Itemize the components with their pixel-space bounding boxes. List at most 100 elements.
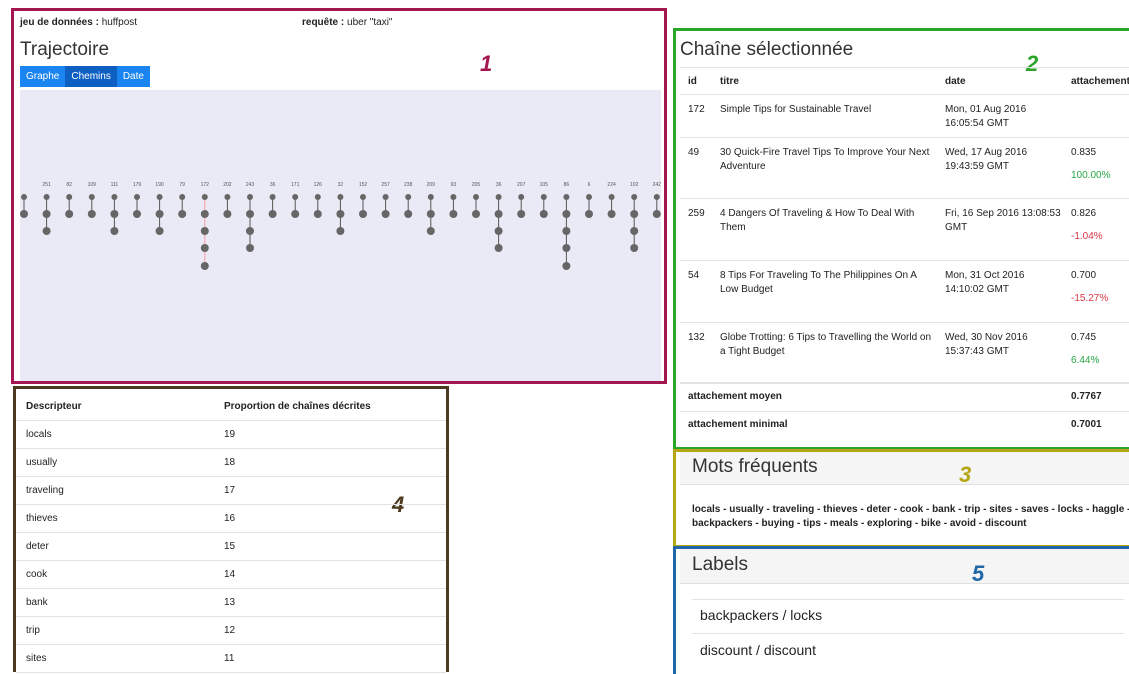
tab-date[interactable]: Date (116, 66, 150, 87)
chain-node (246, 210, 254, 218)
chain-row[interactable]: 132 Globe Trotting: 6 Tips to Travelling … (676, 323, 1129, 383)
chain-title-line1: Globe Trotting: 6 Tips to Travelling the… (720, 332, 932, 343)
trajectory-chain[interactable]: 205 (472, 182, 481, 218)
chain-row[interactable]: 54 8 Tips For Traveling To The Philippine… (676, 261, 1129, 323)
label-item[interactable]: discount / discount (700, 642, 816, 658)
chain-node (42, 210, 51, 218)
chain-node (224, 194, 231, 200)
trajectory-graph[interactable]: 251 82 109 111 179 190 79 172 202 243 36 171 126 32 15… (20, 90, 661, 381)
chain-top-label: 82 (66, 182, 72, 188)
chain-date-line2: 16:05:54 GMT (945, 118, 1009, 129)
trajectory-chain[interactable]: 109 (88, 182, 97, 218)
trajectory-chain[interactable]: 172 (201, 182, 210, 270)
chain-top-label: 36 (270, 182, 276, 188)
chain-attachement: 0.826 (1071, 208, 1097, 219)
chain-node (110, 210, 119, 218)
chain-node (630, 227, 639, 235)
trajectory-chain[interactable]: 171 (291, 182, 300, 218)
trajectory-chain[interactable]: 102 (630, 182, 639, 252)
words-line-1: locals - usually - traveling - thieves -… (692, 504, 1129, 515)
descriptor-word: cook (26, 569, 48, 580)
label-item[interactable]: backpackers / locks (700, 607, 822, 623)
trajectory-chain[interactable]: 238 (404, 182, 413, 218)
trajectory-chain[interactable]: 152 (359, 182, 368, 218)
chain-date-line2: 19:43:59 GMT (945, 161, 1009, 172)
dataset-label: jeu de données : (20, 17, 99, 28)
descriptor-row: bank 13 (16, 589, 446, 617)
graph-canvas[interactable]: 251 82 109 111 179 190 79 172 202 243 36 171 126 32 15… (20, 90, 661, 381)
trajectory-chain[interactable]: 251 (42, 182, 51, 235)
tab-chemins[interactable]: Chemins (65, 66, 117, 87)
chain-node (156, 194, 163, 200)
trajectory-chain[interactable]: 36 (268, 182, 277, 218)
chain-id: 172 (688, 104, 705, 115)
chain-node (88, 194, 95, 200)
trajectory-chain[interactable] (20, 194, 28, 218)
panel-title: Trajectoire (20, 39, 110, 60)
chain-top-label: 79 (179, 182, 185, 188)
chain-date-line2: 15:37:43 GMT (945, 346, 1009, 357)
chain-date-line1: Mon, 31 Oct 2016 (945, 270, 1025, 281)
descriptor-word: usually (26, 457, 58, 468)
trajectory-chain[interactable]: 105 (540, 182, 549, 218)
trajectory-chain[interactable]: 6 (585, 182, 593, 218)
summary-mean-value: 0.7767 (1071, 391, 1102, 402)
trajectory-chain[interactable]: 93 (449, 182, 458, 218)
trajectory-chain[interactable]: 82 (65, 182, 74, 218)
panel-number: 5 (972, 561, 985, 586)
chain-node (336, 210, 345, 218)
chain-node (179, 194, 186, 200)
chain-attachement: 0.835 (1071, 147, 1097, 158)
chain-row[interactable]: 172 Simple Tips for Sustainable Travel Mon… (676, 95, 1129, 138)
chain-top-label: 86 (564, 182, 570, 188)
trajectory-chain[interactable]: 202 (223, 182, 232, 218)
chain-attachement-change: -1.04% (1071, 231, 1103, 242)
chain-top-label: 102 (630, 182, 639, 188)
chain-node (110, 227, 119, 235)
trajectory-chain[interactable]: 224 (607, 182, 616, 218)
trajectory-chain[interactable]: 190 (155, 182, 164, 235)
chain-node (494, 244, 503, 252)
dataset-value: huffpost (101, 17, 138, 28)
trajectory-chain[interactable]: 36 (494, 182, 503, 252)
query-value: uber "taxi" (347, 17, 393, 28)
trajectory-chain[interactable]: 86 (562, 182, 571, 270)
view-tabs: Graphe Chemins Date (20, 66, 150, 87)
chain-node (200, 262, 209, 270)
descriptor-proportion: 13 (224, 597, 236, 608)
trajectory-chain[interactable]: 111 (110, 182, 118, 235)
trajectory-chain[interactable]: 126 (314, 182, 323, 218)
chain-node (630, 210, 639, 218)
col-descriptor-header: Descripteur (26, 401, 82, 412)
chain-id: 132 (688, 332, 705, 343)
tab-graphe[interactable]: Graphe (20, 66, 66, 87)
chain-node (562, 227, 571, 235)
chain-node (134, 194, 140, 200)
trajectory-chain[interactable]: 207 (517, 182, 526, 218)
chain-node (359, 210, 367, 218)
trajectory-chain[interactable]: 32 (336, 182, 345, 235)
chain-node (201, 194, 208, 200)
chain-node (314, 194, 321, 200)
trajectory-chain[interactable]: 79 (178, 182, 187, 218)
trajectory-chain[interactable]: 243 (246, 182, 255, 252)
trajectory-chain[interactable]: 257 (381, 182, 390, 218)
chain-node (473, 194, 479, 200)
panel-title: Chaîne sélectionnée (680, 39, 854, 60)
trajectory-chain[interactable]: 242 (653, 182, 661, 218)
chain-title-line2: a Tight Budget (720, 346, 785, 357)
trajectory-chain[interactable]: 179 (133, 182, 142, 218)
chain-node (495, 194, 502, 200)
chain-title-line2: Them (720, 222, 746, 233)
trajectory-chain[interactable]: 209 (427, 182, 436, 235)
chain-node (381, 210, 390, 218)
chain-row[interactable]: 49 30 Quick-Fire Travel Tips To Improve Y… (676, 138, 1129, 199)
chain-attachement-change: 6.44% (1071, 355, 1100, 366)
chain-row[interactable]: 259 4 Dangers Of Traveling & How To Deal … (676, 199, 1129, 261)
chain-node (427, 194, 434, 200)
chain-top-label: 152 (359, 182, 368, 188)
chain-node (562, 262, 571, 270)
chain-top-label: 224 (607, 182, 616, 188)
chain-node (133, 210, 141, 218)
chain-attachement-change: -15.27% (1071, 293, 1109, 304)
